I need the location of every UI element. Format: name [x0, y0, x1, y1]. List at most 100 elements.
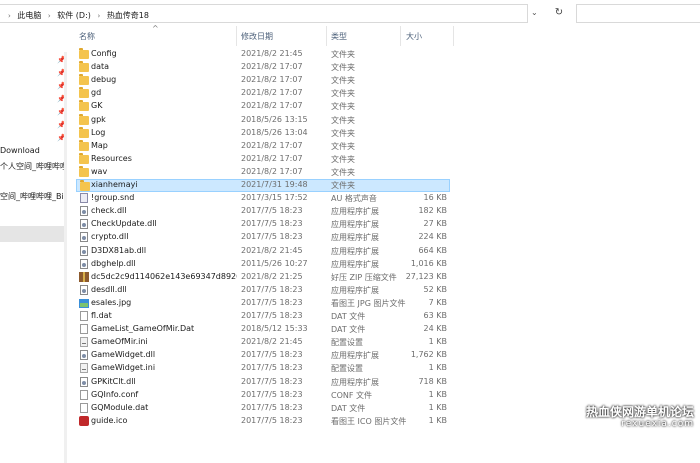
file-name: desdll.dll: [91, 284, 127, 294]
dll-file-icon: [80, 206, 88, 217]
file-date: 2017/3/15 17:52: [241, 193, 308, 203]
file-name: wav: [91, 166, 108, 176]
breadcrumb-sep-icon[interactable]: ›: [48, 12, 51, 20]
file-size: 1 KB: [428, 363, 447, 373]
file-name: dc5dc2c9d114062e143e69347d8926...: [91, 271, 237, 281]
search-input[interactable]: [576, 4, 700, 23]
chevron-down-icon[interactable]: ⌄: [531, 8, 538, 17]
file-type: 好压 ZIP 压缩文件: [331, 272, 397, 282]
file-size: 16 KB: [423, 193, 447, 203]
breadcrumb-current-folder[interactable]: 热血传奇18: [107, 10, 149, 21]
breadcrumb-drive-d[interactable]: 软件 (D:): [57, 10, 91, 21]
folder-icon: [79, 165, 89, 177]
file-icon: [80, 402, 88, 413]
breadcrumb-sep-icon[interactable]: ›: [8, 12, 11, 20]
file-date: 2017/7/5 18:23: [241, 402, 303, 412]
file-name: CheckUpdate.dll: [91, 219, 157, 229]
file-type: DAT 文件: [331, 312, 366, 321]
file-date: 2017/7/5 18:23: [241, 415, 303, 425]
column-divider[interactable]: [453, 26, 454, 46]
file-type: DAT 文件: [331, 403, 366, 413]
file-type: 文件夹: [331, 181, 355, 190]
file-date: 2017/7/5 18:23: [241, 297, 303, 307]
file-name: GameOfMir.ini: [91, 337, 148, 347]
file-size: 664 KB: [418, 245, 447, 255]
column-divider[interactable]: [236, 26, 237, 46]
address-box[interactable]: › 此电脑 › 软件 (D:) › 热血传奇18: [0, 4, 528, 23]
ico-file-icon: [79, 415, 89, 426]
file-name: GameList_GameOfMir.Dat: [91, 324, 195, 334]
file-date: 2017/7/5 18:23: [241, 350, 303, 360]
file-size: 1 KB: [428, 337, 447, 347]
config-file-icon: [80, 363, 88, 374]
watermark-url: rexuexia.com: [621, 419, 694, 429]
file-name: esales.jpg: [91, 297, 132, 307]
zip-archive-icon: [79, 271, 89, 282]
dll-file-icon: [80, 284, 88, 295]
column-header-size[interactable]: 大小: [406, 31, 422, 42]
column-divider[interactable]: [400, 26, 401, 46]
file-date: 2017/7/5 18:23: [241, 376, 303, 386]
file-size: 1 KB: [428, 415, 447, 425]
image-file-icon: [79, 298, 89, 308]
nav-scrollbar[interactable]: [64, 52, 67, 463]
file-date: 2017/7/5 18:23: [241, 311, 303, 320]
refresh-icon[interactable]: ↻: [551, 5, 567, 21]
file-type: 应用程序扩展: [331, 285, 379, 295]
file-name: dbghelp.dll: [91, 258, 136, 268]
navigation-pane: 📌 📌 📌 📌 📌 📌 📌 Download 个人空间_哔哩哔哩_ 空间_哔哩哔…: [0, 26, 67, 463]
file-name: GQModule.dat: [91, 402, 149, 412]
file-type: 文件夹: [331, 102, 355, 112]
file-size: 224 KB: [418, 232, 447, 242]
watermark: 热血侠网游单机论坛 rexuexia.com: [580, 401, 700, 437]
file-type: 应用程序扩展: [331, 207, 379, 217]
file-date: 2021/8/2 17:07: [241, 101, 303, 111]
file-size: 182 KB: [418, 206, 447, 216]
file-icon: [80, 324, 88, 335]
watermark-text: 热血侠网游单机论坛: [585, 405, 694, 419]
folder-icon: [79, 61, 89, 73]
file-date: 2021/8/2 17:07: [241, 153, 303, 163]
file-type: 配置设置: [331, 338, 363, 348]
file-size: 63 KB: [423, 311, 447, 320]
folder-icon: [79, 152, 89, 164]
file-type: CONF 文件: [331, 390, 373, 400]
sort-up-icon: ^: [152, 24, 159, 33]
dll-file-icon: [80, 219, 88, 230]
folder-icon: [79, 113, 89, 125]
file-date: 2021/8/2 21:45: [241, 49, 303, 58]
nav-item-bilibili-space[interactable]: 个人空间_哔哩哔哩_: [0, 161, 67, 172]
nav-item-selected[interactable]: [0, 226, 67, 242]
file-size: 1 KB: [428, 402, 447, 412]
file-type: 应用程序扩展: [331, 220, 379, 230]
dll-file-icon: [80, 376, 88, 387]
file-type: AU 格式声音: [331, 194, 377, 204]
breadcrumb-this-pc[interactable]: 此电脑: [17, 10, 41, 21]
column-header-type[interactable]: 类型: [331, 31, 347, 42]
file-type: 文件夹: [331, 63, 355, 73]
file-date: 2021/8/2 21:25: [241, 271, 303, 281]
file-size: 52 KB: [423, 284, 447, 294]
file-type: 应用程序扩展: [331, 377, 379, 387]
file-size: 718 KB: [418, 376, 447, 386]
file-name: Resources: [91, 153, 132, 163]
file-name: fl.dat: [91, 311, 112, 320]
file-icon: [80, 389, 88, 400]
nav-item-bilibili-space-2[interactable]: 空间_哔哩哔哩_Bilibi: [0, 191, 67, 202]
file-date: 2018/5/26 13:15: [241, 114, 308, 124]
column-header-name[interactable]: 名称: [79, 31, 95, 42]
breadcrumb: › 此电脑 › 软件 (D:) › 热血传奇18: [4, 10, 149, 21]
dll-file-icon: [80, 232, 88, 243]
column-header-date[interactable]: 修改日期: [241, 31, 273, 42]
file-size: 1,016 KB: [410, 258, 447, 268]
breadcrumb-sep-icon[interactable]: ›: [97, 12, 100, 20]
file-name: gd: [91, 88, 102, 98]
file-type: 文件夹: [331, 89, 355, 99]
nav-item-download[interactable]: Download: [0, 146, 67, 155]
file-name: D3DX81ab.dll: [91, 245, 147, 255]
file-date: 2017/7/5 18:23: [241, 232, 303, 242]
file-type: 文件夹: [331, 115, 355, 125]
file-name: GameWidget.ini: [91, 363, 156, 373]
file-size: 7 KB: [428, 297, 447, 307]
column-divider[interactable]: [326, 26, 327, 46]
